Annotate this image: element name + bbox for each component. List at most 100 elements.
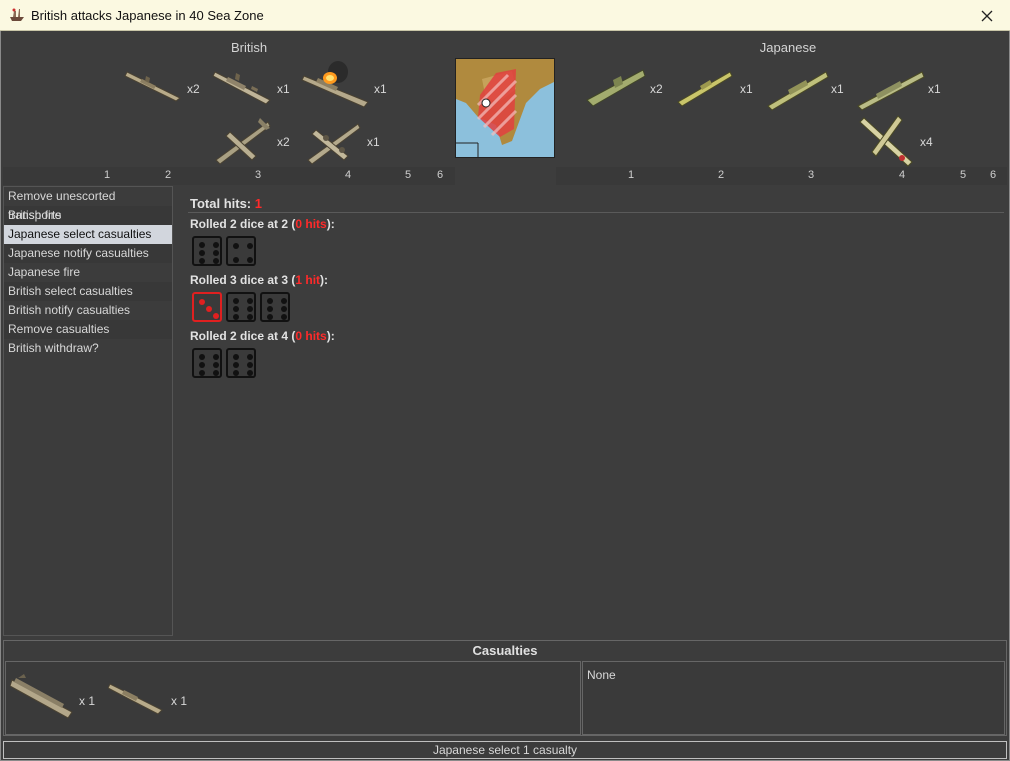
- ruler-label: 6: [437, 169, 444, 181]
- attacker-casualties-box: x 1 x 1: [5, 661, 581, 735]
- damaged-battleship-icon: [212, 71, 271, 105]
- japanese-cruiser-unit[interactable]: [766, 64, 830, 112]
- divider: [188, 212, 1004, 213]
- roll-label: Rolled 3 dice at 3 (1 hit):: [190, 273, 328, 287]
- casualty-battleship-unit[interactable]: [108, 676, 166, 716]
- die-pip: [213, 258, 219, 264]
- die-pip: [199, 299, 205, 305]
- die-pip: [199, 242, 205, 248]
- step-item-selected[interactable]: Japanese select casualties: [4, 225, 172, 244]
- total-hits-label: Total hits:: [190, 196, 252, 211]
- die-pip: [247, 298, 253, 304]
- die-pip: [233, 298, 239, 304]
- die-pip: [247, 306, 253, 312]
- step-item[interactable]: Remove casualties: [4, 320, 172, 339]
- die-pip: [199, 370, 205, 376]
- japanese-destroyer-unit[interactable]: [676, 64, 734, 108]
- burning-battleship-icon: [301, 61, 369, 108]
- step-item[interactable]: British withdraw?: [4, 339, 172, 358]
- step-item[interactable]: British select casualties: [4, 282, 172, 301]
- die-pip: [233, 243, 239, 249]
- destroyer-icon: [677, 71, 733, 107]
- die-pip: [267, 314, 273, 320]
- casualties-title: Casualties: [472, 643, 538, 658]
- ruler-label: 2: [718, 169, 725, 181]
- fighter-icon: [859, 115, 913, 167]
- die-pip: [213, 313, 219, 319]
- die-pip: [267, 298, 273, 304]
- die-face-6: [226, 292, 256, 322]
- step-item[interactable]: Japanese fire: [4, 263, 172, 282]
- close-icon: [981, 10, 993, 21]
- ruler-label: 3: [808, 169, 815, 181]
- ruler-label: 3: [255, 169, 262, 181]
- attacker-name: British: [230, 40, 268, 55]
- die-pip: [281, 298, 287, 304]
- no-casualties-text: None: [587, 668, 616, 682]
- die-pip: [267, 306, 273, 312]
- status-bar: Japanese select 1 casualty: [3, 741, 1007, 759]
- total-hits-value: 1: [254, 196, 262, 211]
- die-pip: [247, 257, 253, 263]
- roll-suffix: ):: [320, 273, 329, 287]
- die-pip: [247, 243, 253, 249]
- japanese-cruiser-count: x1: [831, 82, 844, 96]
- british-damaged-battleship-unit[interactable]: [212, 64, 274, 108]
- fighter-icon: [215, 118, 271, 165]
- british-battleship-unit[interactable]: [124, 64, 184, 104]
- window-titlebar: British attacks Japanese in 40 Sea Zone: [0, 0, 1010, 31]
- die-pip: [247, 314, 253, 320]
- ruler-label: 4: [345, 169, 352, 181]
- roll-suffix: ):: [326, 217, 335, 231]
- die-pip: [247, 362, 253, 368]
- japanese-fighter-count: x4: [920, 135, 933, 149]
- japanese-fighter-unit[interactable]: [858, 112, 916, 168]
- bomber-icon: [307, 123, 361, 165]
- die-pip: [199, 250, 205, 256]
- british-bomber-count: x1: [367, 135, 380, 149]
- die-pip: [233, 370, 239, 376]
- battleship-icon: [124, 71, 181, 102]
- ruler-label: 4: [899, 169, 906, 181]
- step-item[interactable]: Japanese notify casualties: [4, 244, 172, 263]
- roll-prefix: Rolled 2 dice at 2 (: [190, 217, 296, 231]
- die-pip: [213, 370, 219, 376]
- die-pip: [213, 242, 219, 248]
- casualty-carrier-unit[interactable]: [10, 670, 76, 722]
- die-pip: [247, 370, 253, 376]
- defender-name: Japanese: [759, 40, 817, 55]
- die-pip: [213, 250, 219, 256]
- dice-results-panel: Total hits: 1 Rolled 2 dice at 2 (0 hits…: [174, 186, 1008, 636]
- die-pip: [199, 362, 205, 368]
- british-battleship-count: x2: [187, 82, 200, 96]
- british-bomber-unit[interactable]: [304, 116, 364, 166]
- japanese-battleship-unit[interactable]: [856, 64, 926, 112]
- cruiser-icon: [767, 71, 829, 111]
- ruler-label: 1: [104, 169, 111, 181]
- die-pip: [199, 258, 205, 264]
- roll-prefix: Rolled 2 dice at 4 (: [190, 329, 296, 343]
- japanese-submarine-count: x2: [650, 82, 663, 96]
- british-burning-battleship-count: x1: [374, 82, 387, 96]
- british-fighter-unit[interactable]: [212, 114, 274, 168]
- roll-label: Rolled 2 dice at 2 (0 hits):: [190, 217, 335, 231]
- battle-steps-list[interactable]: Remove unescorted transports British fir…: [3, 186, 173, 636]
- territory-map-icon: [456, 59, 554, 157]
- defender-roll-ruler: 1 2 3 4 5 6: [556, 167, 1007, 185]
- die-face-6: [226, 348, 256, 378]
- die-pip: [233, 306, 239, 312]
- die-pip: [247, 354, 253, 360]
- british-burning-battleship-unit[interactable]: [300, 58, 372, 110]
- japanese-submarine-unit[interactable]: [583, 62, 649, 108]
- step-item[interactable]: British notify casualties: [4, 301, 172, 320]
- casualty-carrier-count: x 1: [79, 694, 96, 708]
- step-item[interactable]: British fire: [4, 206, 172, 225]
- battleship-icon: [108, 683, 163, 715]
- roll-prefix: Rolled 3 dice at 3 (: [190, 273, 296, 287]
- die-pip: [213, 354, 219, 360]
- step-item[interactable]: Remove unescorted transports: [4, 187, 172, 222]
- battle-app-icon: [10, 8, 24, 21]
- close-button[interactable]: [964, 0, 1010, 31]
- roll-suffix: ):: [326, 329, 335, 343]
- die-pip: [281, 314, 287, 320]
